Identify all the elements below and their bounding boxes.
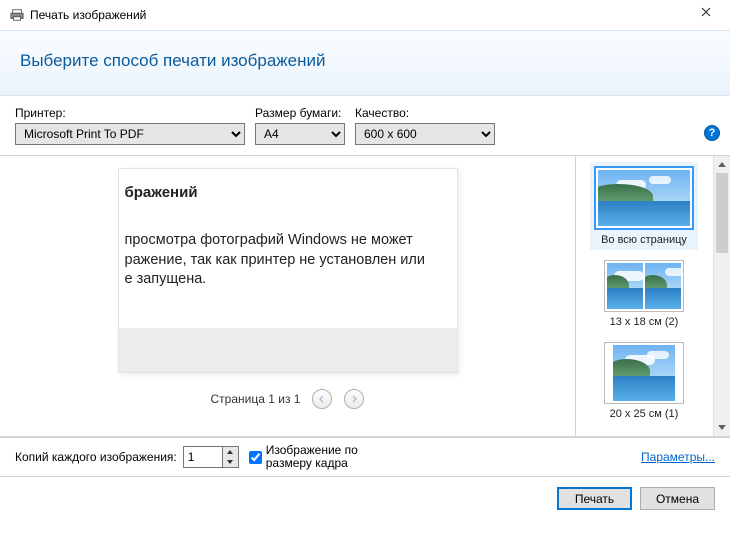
scroll-track[interactable] bbox=[714, 173, 730, 419]
footer: Печать Отмена bbox=[0, 476, 730, 520]
help-icon[interactable]: ? bbox=[704, 125, 720, 141]
next-page-button[interactable] bbox=[344, 389, 364, 409]
quality-label: Качество: bbox=[355, 106, 495, 120]
layout-full-page[interactable]: Во всю страницу bbox=[590, 162, 698, 250]
copies-input[interactable] bbox=[184, 447, 222, 467]
preview-panel: бражений просмотра фотографий Windows не… bbox=[0, 156, 575, 436]
window-title: Печать изображений bbox=[30, 8, 146, 22]
printer-icon bbox=[10, 8, 24, 22]
paper-select[interactable]: A4 bbox=[255, 123, 345, 145]
quality-select[interactable]: 600 x 600 bbox=[355, 123, 495, 145]
printer-field: Принтер: Microsoft Print To PDF bbox=[15, 106, 245, 145]
copies-spinner[interactable] bbox=[183, 446, 239, 468]
preview-body-line: ражение, так как принтер не установлен и… bbox=[125, 251, 457, 271]
fit-frame-label: Изображение по размеру кадра bbox=[266, 444, 396, 470]
copies-down-button[interactable] bbox=[223, 457, 238, 467]
printer-label: Принтер: bbox=[15, 106, 245, 120]
options-link[interactable]: Параметры... bbox=[641, 450, 715, 464]
preview-body-line: просмотра фотографий Windows не может bbox=[125, 231, 457, 251]
bottom-bar: Копий каждого изображения: Изображение п… bbox=[0, 437, 730, 476]
layout-label: 20 x 25 см (1) bbox=[610, 408, 679, 420]
page-counter: Страница 1 из 1 bbox=[211, 392, 301, 406]
main-area: бражений просмотра фотографий Windows не… bbox=[0, 156, 730, 436]
controls-row: Принтер: Microsoft Print To PDF Размер б… bbox=[0, 96, 730, 155]
header-banner: Выберите способ печати изображений bbox=[0, 30, 730, 96]
quality-field: Качество: 600 x 600 bbox=[355, 106, 495, 145]
prev-page-button[interactable] bbox=[312, 389, 332, 409]
close-button[interactable] bbox=[686, 0, 726, 24]
paper-field: Размер бумаги: A4 bbox=[255, 106, 345, 145]
layout-panel: Во всю страницу 13 x 18 см (2) 20 x 25 с… bbox=[575, 156, 730, 436]
scroll-up-arrow[interactable] bbox=[714, 156, 730, 173]
paper-label: Размер бумаги: bbox=[255, 106, 345, 120]
layout-20x25[interactable]: 20 x 25 см (1) bbox=[600, 338, 688, 424]
print-button[interactable]: Печать bbox=[557, 487, 632, 510]
printer-select[interactable]: Microsoft Print To PDF bbox=[15, 123, 245, 145]
preview-content: бражений просмотра фотографий Windows не… bbox=[119, 169, 457, 290]
scroll-thumb[interactable] bbox=[716, 173, 728, 253]
cancel-button[interactable]: Отмена bbox=[640, 487, 715, 510]
layout-label: Во всю страницу bbox=[601, 234, 687, 246]
fit-frame-checkbox[interactable] bbox=[249, 451, 262, 464]
page-nav: Страница 1 из 1 bbox=[211, 389, 365, 409]
scroll-down-arrow[interactable] bbox=[714, 419, 730, 436]
banner-heading: Выберите способ печати изображений bbox=[20, 51, 710, 71]
layout-scrollbar[interactable] bbox=[713, 156, 730, 436]
preview-body-line: е запущена. bbox=[125, 270, 457, 290]
layout-13x18[interactable]: 13 x 18 см (2) bbox=[600, 256, 688, 332]
fit-frame-field: Изображение по размеру кадра bbox=[249, 444, 396, 470]
layout-label: 13 x 18 см (2) bbox=[610, 316, 679, 328]
preview-title-fragment: бражений bbox=[119, 183, 457, 203]
title-bar: Печать изображений bbox=[0, 0, 730, 30]
preview-bottom-band bbox=[119, 328, 457, 372]
preview-page: бражений просмотра фотографий Windows не… bbox=[118, 168, 458, 373]
copies-up-button[interactable] bbox=[223, 447, 238, 457]
copies-label: Копий каждого изображения: bbox=[15, 450, 177, 464]
